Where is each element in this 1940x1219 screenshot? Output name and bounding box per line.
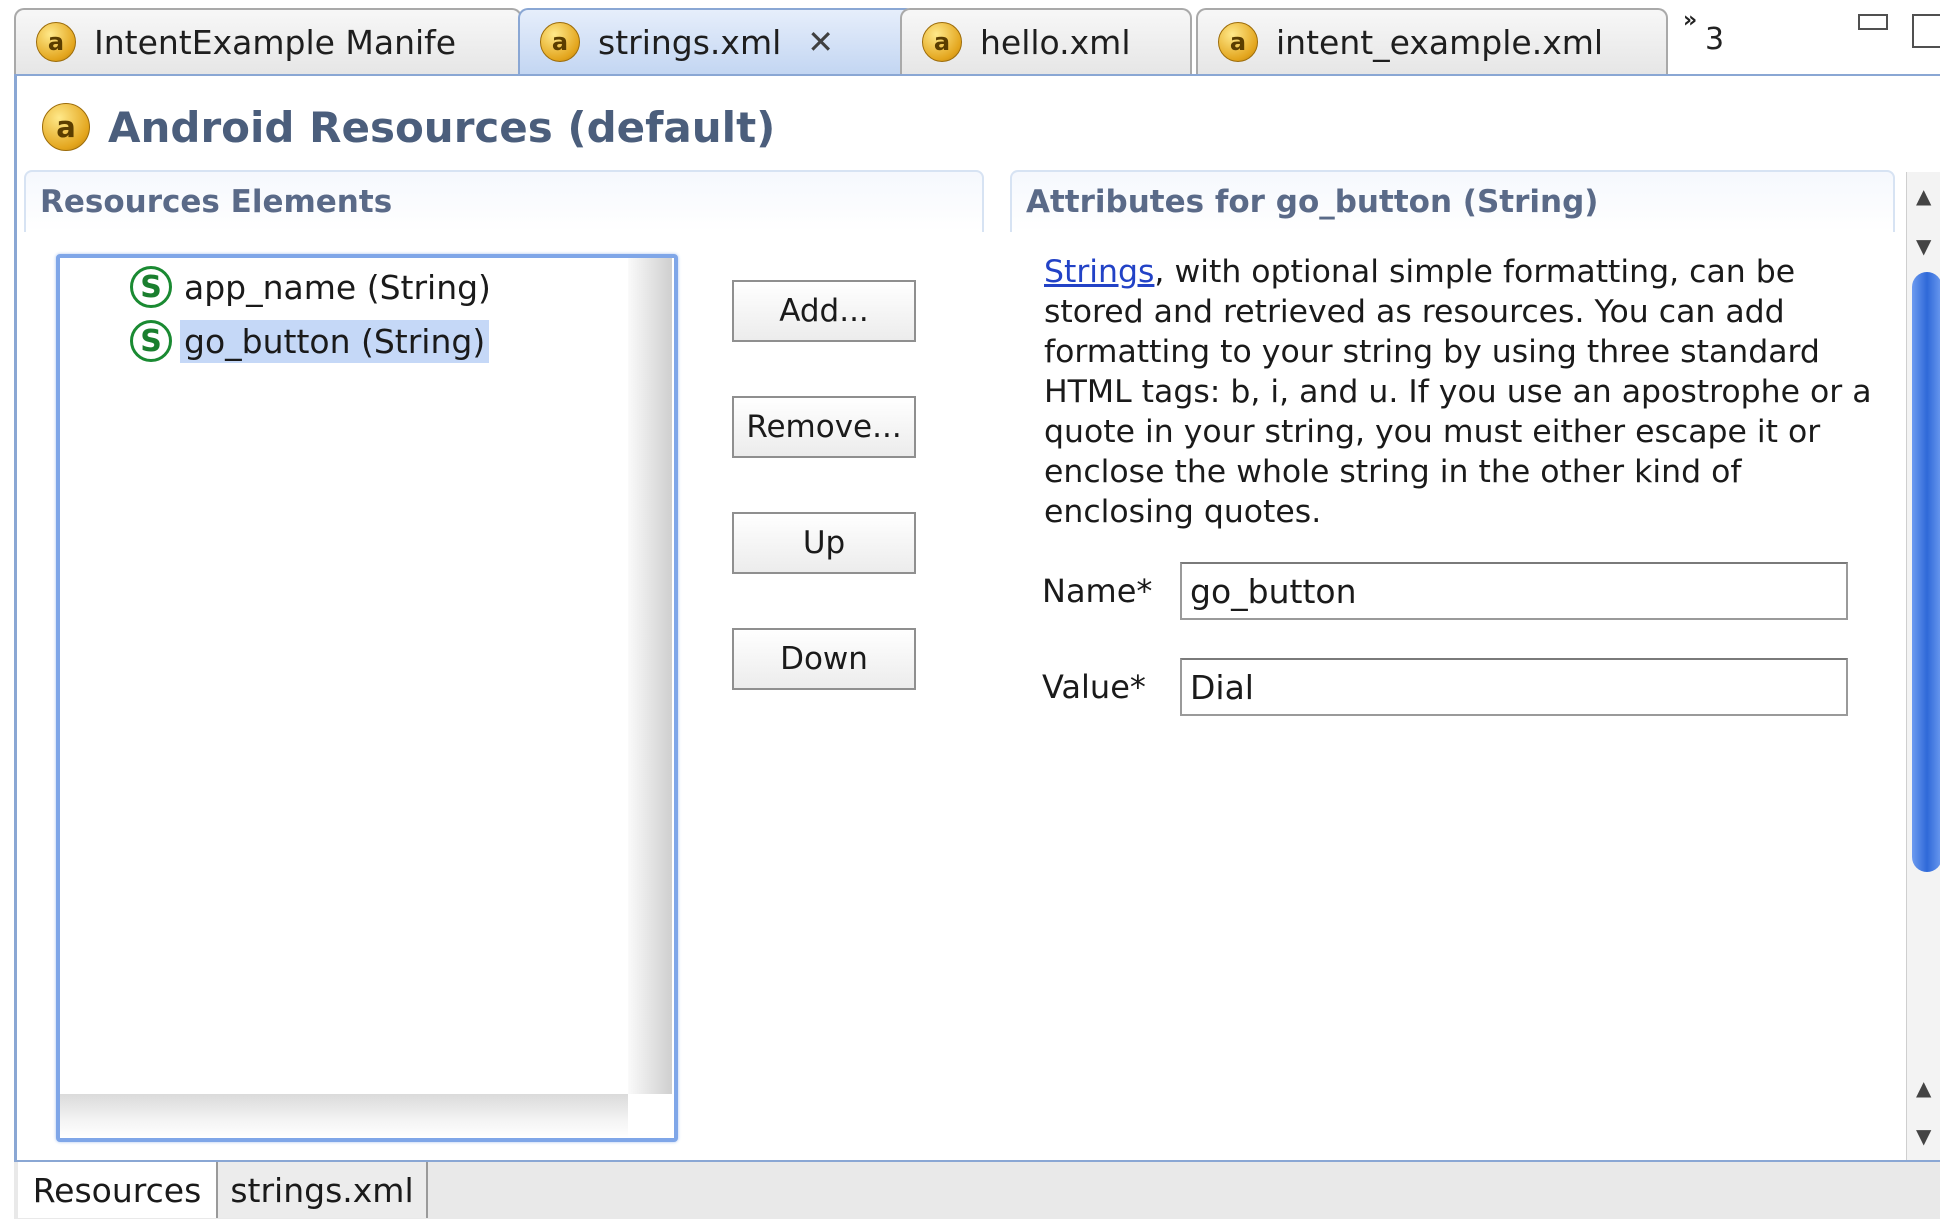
attributes-header: Attributes for go_button (String) bbox=[1010, 170, 1895, 232]
tab-hello-xml[interactable]: a hello.xml bbox=[900, 8, 1192, 74]
scroll-down-icon[interactable]: ▼ bbox=[1916, 1126, 1931, 1146]
string-resource-icon: S bbox=[130, 320, 172, 362]
strings-help-link[interactable]: Strings bbox=[1044, 254, 1154, 290]
tree-item-go-button[interactable]: S go_button (String) bbox=[130, 316, 490, 366]
value-label: Value* bbox=[1042, 668, 1146, 706]
tab-intentexample-manifest[interactable]: a IntentExample Manife bbox=[14, 8, 522, 74]
maximize-icon[interactable] bbox=[1912, 14, 1940, 48]
section-title: Resources Elements bbox=[40, 184, 393, 220]
android-resource-icon: a bbox=[36, 22, 76, 62]
close-icon[interactable]: ✕ bbox=[807, 23, 834, 61]
tab-intent-example-xml[interactable]: a intent_example.xml bbox=[1196, 8, 1668, 74]
tab-label: hello.xml bbox=[980, 22, 1131, 62]
section-title: Attributes for go_button (String) bbox=[1026, 184, 1599, 220]
tree-horizontal-scrollbar[interactable] bbox=[60, 1094, 628, 1138]
tree-item-label: go_button (String) bbox=[180, 319, 490, 363]
name-field[interactable] bbox=[1180, 562, 1848, 620]
attribute-description: Strings, with optional simple formatting… bbox=[1044, 252, 1874, 532]
description-text: , with optional simple formatting, can b… bbox=[1044, 254, 1872, 530]
tab-resources[interactable]: Resources bbox=[18, 1162, 218, 1218]
page-title: Android Resources (default) bbox=[108, 102, 776, 152]
scrollbar-thumb[interactable] bbox=[1912, 272, 1940, 872]
value-field[interactable] bbox=[1180, 658, 1848, 716]
form-header: a Android Resources (default) bbox=[42, 100, 775, 154]
string-resource-icon: S bbox=[130, 266, 172, 308]
tab-strings-xml-source[interactable]: strings.xml bbox=[218, 1162, 428, 1218]
scroll-down-icon[interactable]: ▼ bbox=[1916, 236, 1931, 256]
down-button[interactable]: Down bbox=[732, 628, 916, 690]
android-resource-icon: a bbox=[540, 22, 580, 62]
up-button[interactable]: Up bbox=[732, 512, 916, 574]
name-label: Name* bbox=[1042, 572, 1153, 610]
tree-item-app-name[interactable]: S app_name (String) bbox=[130, 262, 495, 312]
tab-overflow-button[interactable]: » 3 bbox=[1683, 8, 1743, 58]
tab-label: IntentExample Manife bbox=[94, 22, 457, 62]
tab-label: strings.xml bbox=[598, 22, 782, 62]
chevron-double-right-icon: » bbox=[1683, 8, 1697, 33]
editor-tab-bar: a IntentExample Manife a strings.xml ✕ a… bbox=[0, 0, 1940, 76]
android-resource-icon: a bbox=[42, 103, 90, 151]
resources-tree[interactable]: S app_name (String) S go_button (String) bbox=[56, 254, 678, 1142]
scroll-up-icon[interactable]: ▲ bbox=[1916, 186, 1931, 206]
tab-label: intent_example.xml bbox=[1276, 22, 1604, 62]
tree-item-label: app_name (String) bbox=[184, 267, 491, 307]
android-resource-icon: a bbox=[922, 22, 962, 62]
resources-elements-header: Resources Elements bbox=[24, 170, 984, 232]
scroll-up-icon[interactable]: ▲ bbox=[1916, 1078, 1931, 1098]
overflow-count: 3 bbox=[1705, 22, 1725, 57]
remove-button[interactable]: Remove... bbox=[732, 396, 916, 458]
android-resource-icon: a bbox=[1218, 22, 1258, 62]
minimize-icon[interactable] bbox=[1858, 14, 1888, 30]
tree-vertical-scrollbar[interactable] bbox=[628, 258, 672, 1094]
tab-strings-xml[interactable]: a strings.xml ✕ bbox=[518, 8, 916, 74]
add-button[interactable]: Add... bbox=[732, 280, 916, 342]
